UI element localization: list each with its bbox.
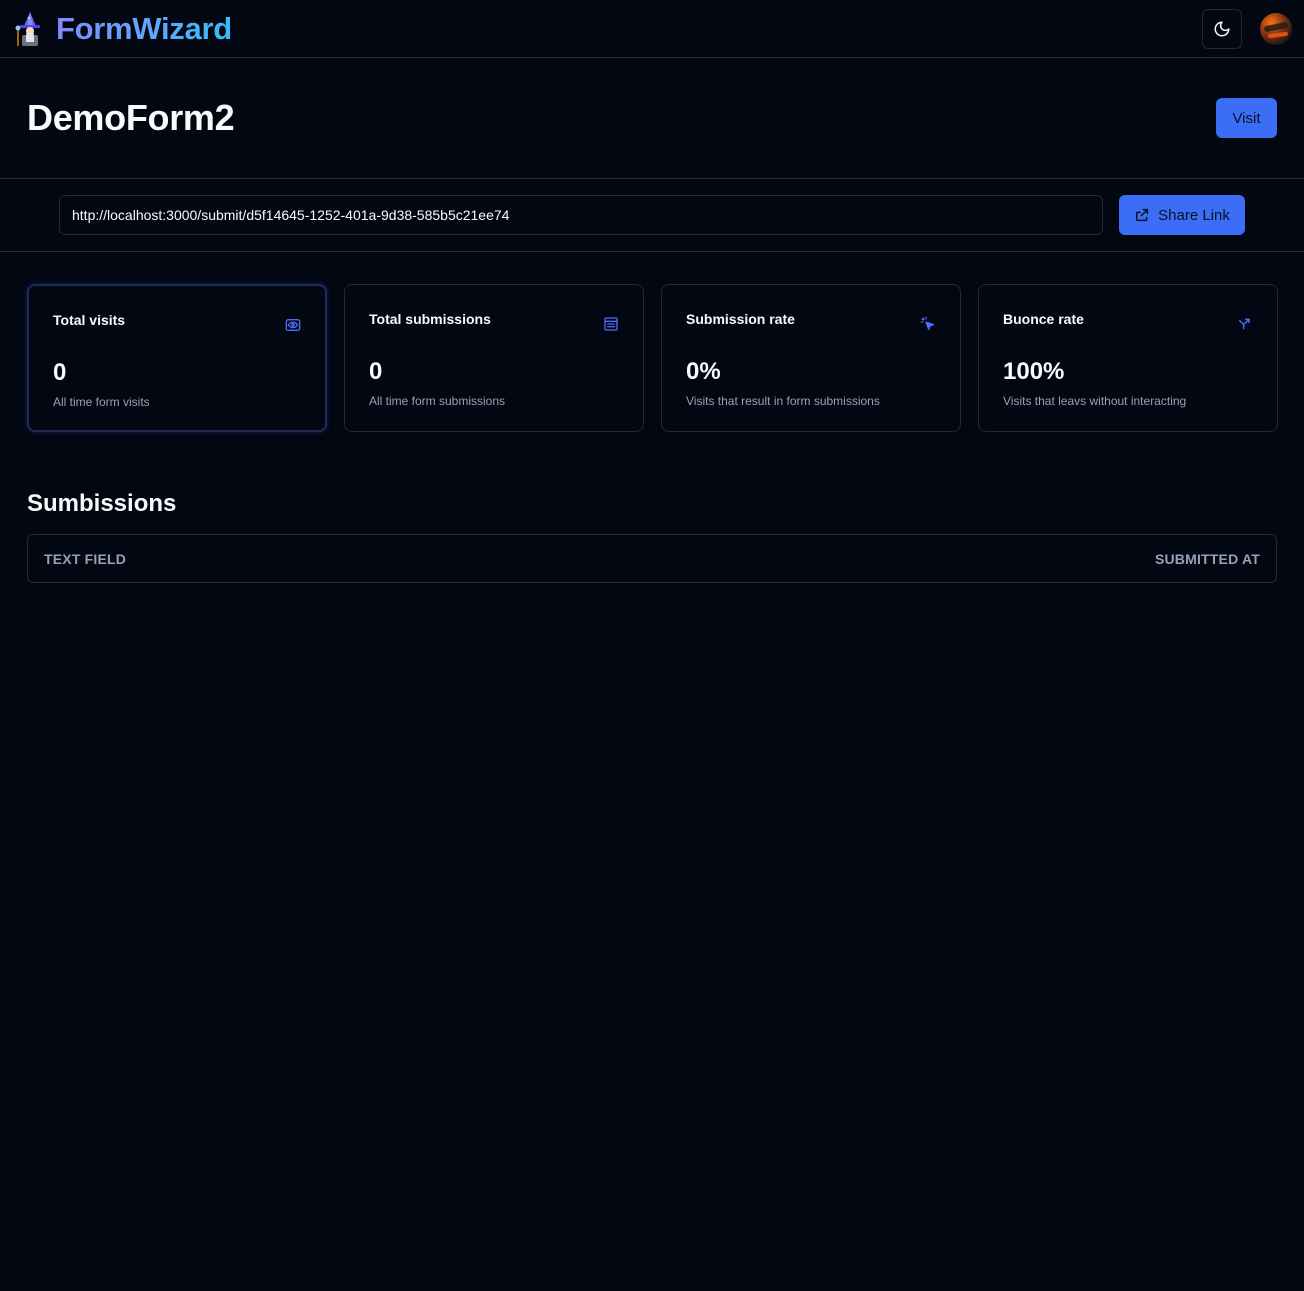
stat-value: 0 [369, 358, 383, 385]
moon-icon [1214, 21, 1230, 36]
split-arrow-icon [1238, 318, 1250, 330]
stat-title: Buonce rate [1003, 311, 1084, 327]
stat-description: Visits that result in form submissions [686, 394, 880, 408]
brand-name: FormWizard [56, 10, 232, 46]
stat-card-total-submissions[interactable]: Total submissions 0 All time form submis… [344, 284, 644, 432]
eye-icon [285, 319, 301, 331]
stats-grid: Total visits 0 All time form visits Tota… [0, 252, 1304, 432]
stat-card-bounce-rate[interactable]: Buonce rate 100% Visits that leavs witho… [978, 284, 1278, 432]
stat-card-total-visits[interactable]: Total visits 0 All time form visits [27, 284, 327, 432]
navbar: FormWizard [0, 0, 1304, 58]
stat-value: 100% [1003, 358, 1065, 385]
share-url-input[interactable]: http://localhost:3000/submit/d5f14645-12… [59, 195, 1103, 235]
stat-title: Total submissions [369, 311, 491, 327]
brand[interactable]: FormWizard [14, 11, 232, 47]
stat-value: 0 [53, 359, 67, 386]
theme-toggle-button[interactable] [1202, 8, 1242, 49]
submissions-table: TEXT FIELD SUBMITTED AT [27, 534, 1277, 583]
avatar[interactable] [1260, 12, 1292, 45]
stat-description: All time form submissions [369, 394, 506, 408]
submissions-title: Sumbissions [27, 490, 177, 517]
share-link-label: Share Link [1158, 206, 1230, 224]
page-header: DemoForm2 Visit [0, 58, 1304, 179]
stat-description: Visits that leavs without interacting [1003, 394, 1187, 408]
stat-value: 0% [686, 358, 721, 385]
share-icon [1136, 208, 1149, 222]
form-icon [604, 317, 618, 331]
share-link-button[interactable]: Share Link [1119, 195, 1245, 235]
column-header-text-field: TEXT FIELD [44, 550, 127, 567]
column-header-submitted-at: SUBMITTED AT [1154, 550, 1260, 567]
submissions-section: Sumbissions TEXT FIELD SUBMITTED AT [0, 432, 1304, 583]
stat-title: Submission rate [686, 311, 795, 327]
visit-button[interactable]: Visit [1216, 98, 1277, 138]
share-bar: http://localhost:3000/submit/d5f14645-12… [0, 179, 1304, 252]
stat-card-submission-rate[interactable]: Submission rate 0% Visits that result in… [661, 284, 961, 432]
stat-description: All time form visits [53, 395, 150, 409]
stat-title: Total visits [53, 312, 126, 328]
page-title: DemoForm2 [27, 97, 235, 138]
cursor-click-icon [920, 316, 934, 330]
wizard-icon [15, 11, 40, 46]
